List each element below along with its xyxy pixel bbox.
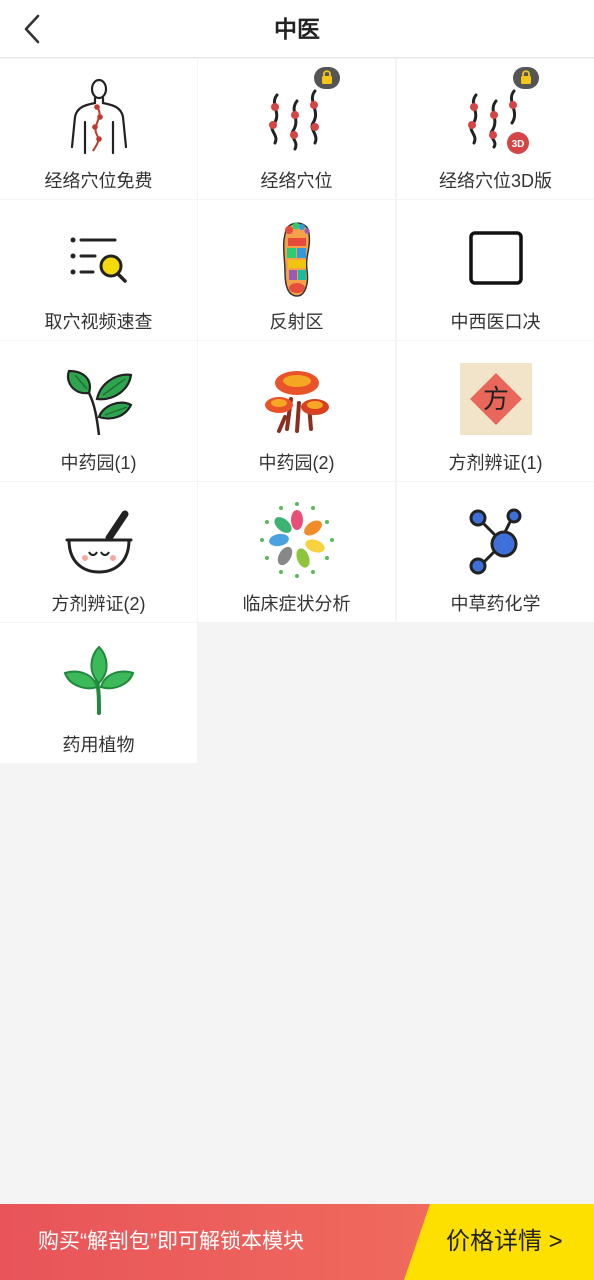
module-herb-garden-1[interactable]: 中药园(1): [0, 341, 197, 481]
foot-reflexology-icon: [257, 218, 337, 298]
module-label: 药用植物: [62, 735, 135, 755]
price-details-label: 价格详情 >: [446, 1228, 563, 1255]
module-clinical-analysis[interactable]: 临床症状分析: [198, 482, 395, 622]
svg-text:3D: 3D: [511, 139, 524, 150]
module-meridian[interactable]: 经络穴位: [198, 59, 395, 199]
module-prescription-2[interactable]: 方剂辨证(2): [0, 482, 197, 622]
module-meridian-3d[interactable]: 3D 经络穴位3D版: [397, 59, 594, 199]
module-label: 经络穴位免费: [44, 171, 153, 191]
module-label: 临床症状分析: [242, 594, 351, 614]
module-herb-chemistry[interactable]: 中草药化学: [397, 482, 594, 622]
meridian-body-icon: [59, 77, 139, 157]
module-medicinal-plants[interactable]: 药用植物: [0, 623, 197, 763]
fang-character-icon: 方: [456, 359, 536, 439]
module-meridian-free[interactable]: 经络穴位免费: [0, 59, 197, 199]
module-label: 方剂辨证(2): [51, 594, 146, 614]
price-details-button[interactable]: 价格详情 >: [404, 1204, 594, 1280]
page-title: 中医: [274, 16, 320, 42]
module-mnemonics[interactable]: 中西医口决: [397, 200, 594, 340]
module-point-video[interactable]: 取穴视频速查: [0, 200, 197, 340]
module-label: 经络穴位3D版: [438, 171, 552, 191]
module-label: 方剂辨证(1): [448, 453, 543, 473]
list-search-icon: [59, 218, 139, 298]
module-label: 中药园(2): [258, 453, 335, 473]
promo-text: 购买“解剖包”即可解锁本模块: [38, 1230, 304, 1253]
mortar-pestle-icon: [59, 500, 139, 580]
module-label: 中西医口决: [450, 312, 541, 332]
module-label: 中草药化学: [450, 594, 541, 614]
leaves-icon: [59, 359, 139, 439]
unlock-bar: 购买“解剖包”即可解锁本模块 价格详情 >: [0, 1204, 594, 1280]
square-outline-icon: [456, 218, 536, 298]
module-prescription-1[interactable]: 方 方剂辨证(1): [397, 341, 594, 481]
module-label: 经络穴位: [260, 171, 333, 191]
module-label: 取穴视频速查: [44, 312, 153, 332]
unlock-promo[interactable]: 购买“解剖包”即可解锁本模块: [0, 1204, 430, 1280]
acupoint-3d-icon: 3D: [456, 77, 536, 157]
module-label: 中药园(1): [60, 453, 137, 473]
top-bar: 中医: [0, 0, 594, 58]
svg-text:方: 方: [482, 385, 508, 415]
module-label: 反射区: [269, 312, 324, 332]
module-herb-garden-2[interactable]: 中药园(2): [198, 341, 395, 481]
leaf-wreath-icon: [257, 500, 337, 580]
molecule-icon: [456, 500, 536, 580]
green-sprout-icon: [59, 641, 139, 721]
module-reflex-zone[interactable]: 反射区: [198, 200, 395, 340]
acupoint-chain-icon: [257, 77, 337, 157]
mushroom-icon: [257, 359, 337, 439]
